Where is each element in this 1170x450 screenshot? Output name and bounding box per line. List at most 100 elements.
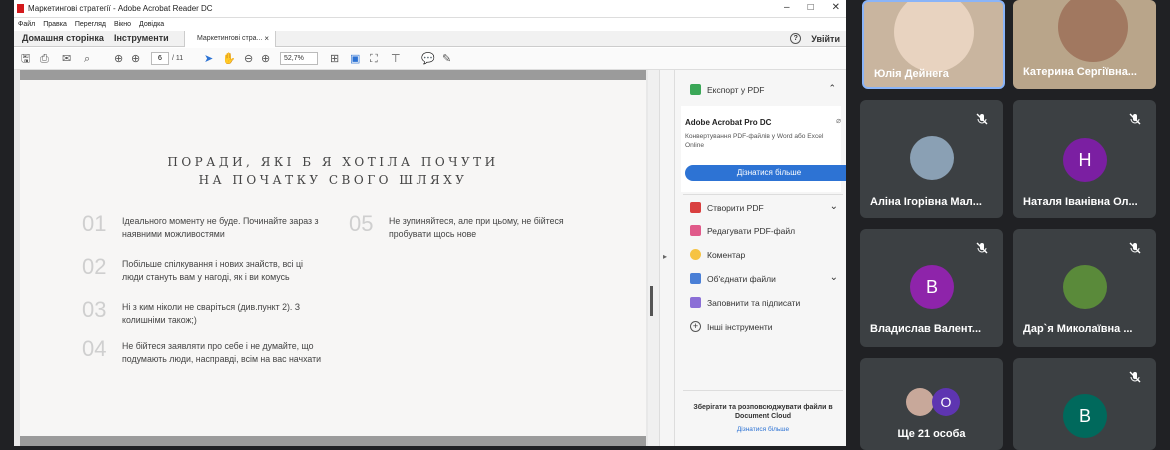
- tip-text: Побільше спілкування і нових знайств, вс…: [122, 259, 303, 282]
- pen-icon[interactable]: ✎: [442, 53, 451, 65]
- tools-pane: Експорт у PDF ⌃ Adobe Acrobat Pro DC ⌀ К…: [674, 70, 846, 446]
- document-area[interactable]: ПОРАДИ, ЯКІ Б Я ХОТІЛА ПОЧУТИ НА ПОЧАТКУ…: [14, 70, 659, 446]
- search-icon[interactable]: ⌕: [84, 53, 90, 65]
- tab-document[interactable]: Маркетингові стра... ×: [184, 31, 276, 47]
- zoom-out-icon[interactable]: ⊖: [244, 53, 253, 65]
- participant-tile[interactable]: Н Наталя Іванівна Ол...: [1013, 100, 1156, 218]
- mic-muted-icon: [1129, 242, 1141, 254]
- mic-muted-icon: [976, 113, 988, 125]
- avatar: [906, 388, 934, 416]
- export-pdf-icon: [690, 84, 701, 95]
- window-title: Маркетингові стратегії - Adobe Acrobat R…: [28, 4, 213, 13]
- menu-edit[interactable]: Правка: [43, 21, 67, 28]
- menu-view[interactable]: Перегляд: [75, 21, 106, 28]
- fit-page-icon[interactable]: ⊞: [330, 53, 339, 65]
- minimize-button[interactable]: –: [784, 2, 790, 13]
- more-participants-tile[interactable]: О Ще 21 особа: [860, 358, 1003, 450]
- close-button[interactable]: ✕: [832, 2, 840, 13]
- scrollbar-thumb[interactable]: [650, 286, 653, 316]
- tip-number: 04: [82, 336, 107, 361]
- tip-text: Ні з ким ніколи не сваріться (див.пункт …: [122, 302, 301, 325]
- page-gap: [20, 436, 646, 446]
- chevron-down-icon[interactable]: ⌄: [830, 201, 838, 212]
- fill-sign-icon: [690, 297, 701, 308]
- tab-tools[interactable]: Інструменти: [114, 33, 169, 43]
- comment-icon[interactable]: 💬: [421, 53, 435, 65]
- collapse-panel-icon[interactable]: ▸: [663, 252, 667, 261]
- cloud-learn-more-link[interactable]: Дізнатися більше: [683, 426, 843, 433]
- participant-tile-video[interactable]: Катерина Сергіївна...: [1013, 0, 1156, 89]
- chevron-down-icon[interactable]: ⌄: [830, 272, 838, 283]
- mic-muted-icon: [1129, 371, 1141, 383]
- tip-text: Не зупиняйтеся, але при цьому, не бійтес…: [389, 216, 564, 239]
- tool-label: Редагувати PDF-файл: [707, 225, 796, 236]
- tab-close-icon[interactable]: ×: [264, 34, 269, 43]
- participant-tile[interactable]: В Владислав Валент...: [860, 229, 1003, 347]
- promo-card: Adobe Acrobat Pro DC ⌀ Конвертування PDF…: [681, 106, 846, 192]
- tool-label: Заповнити та підписати: [707, 297, 801, 308]
- participant-tile[interactable]: Дар`я Миколаївна ...: [1013, 229, 1156, 347]
- cloud-text: Зберігати та розповсюджувати файли в Doc…: [693, 404, 833, 420]
- zoom-in-icon[interactable]: ⊕: [261, 53, 270, 65]
- pdf-page: ПОРАДИ, ЯКІ Б Я ХОТІЛА ПОЧУТИ НА ПОЧАТКУ…: [20, 80, 646, 436]
- email-icon[interactable]: ✉: [62, 53, 71, 65]
- tip-number: 02: [82, 254, 107, 279]
- menu-bar: Файл Правка Перегляд Вікно Довідка: [14, 18, 846, 31]
- fullscreen-icon[interactable]: ⛶: [370, 53, 378, 65]
- participant-name: Владислав Валент...: [870, 323, 982, 335]
- tool-comment[interactable]: Коментар: [690, 249, 745, 260]
- next-page-icon[interactable]: ⊕: [131, 53, 140, 65]
- participant-tile[interactable]: Аліна Ігорівна Мал...: [860, 100, 1003, 218]
- save-icon[interactable]: 🖫: [21, 53, 30, 65]
- print-icon[interactable]: ⎙: [40, 53, 49, 65]
- scroll-mode-icon[interactable]: ▣: [350, 53, 360, 65]
- video-feed: [894, 2, 974, 72]
- help-icon[interactable]: ?: [790, 33, 802, 44]
- avatar: В: [910, 265, 954, 309]
- menu-help[interactable]: Довідка: [139, 21, 164, 28]
- tool-edit-pdf[interactable]: Редагувати PDF-файл: [690, 225, 795, 236]
- learn-more-button[interactable]: Дізнатися більше: [685, 165, 846, 181]
- avatar: О: [932, 388, 960, 416]
- tip-number: 05: [349, 211, 374, 236]
- tip-number: 01: [82, 211, 107, 236]
- participant-tile[interactable]: В: [1013, 358, 1156, 450]
- participant-name: Юлія Дейнега: [874, 68, 949, 80]
- plus-icon: +: [690, 321, 701, 332]
- more-participants-label: Ще 21 особа: [897, 428, 966, 440]
- participant-name: Наталя Іванівна Ол...: [1023, 196, 1138, 208]
- video-feed: [1058, 0, 1128, 62]
- select-cursor-icon[interactable]: ➤: [204, 53, 213, 65]
- participant-name: Катерина Сергіївна...: [1023, 66, 1137, 78]
- participant-tile-video[interactable]: Юлія Дейнега: [862, 0, 1005, 89]
- tool-fill-sign[interactable]: Заповнити та підписати: [690, 297, 800, 308]
- page-total: / 11: [172, 55, 184, 62]
- title-bar: Маркетингові стратегії - Adobe Acrobat R…: [14, 0, 846, 18]
- tool-more[interactable]: + Інші інструменти: [690, 321, 773, 332]
- stamp-icon[interactable]: ⊤: [391, 53, 401, 65]
- zoom-select[interactable]: 52,7%: [280, 52, 318, 65]
- menu-window[interactable]: Вікно: [114, 21, 131, 28]
- menu-file[interactable]: Файл: [18, 21, 35, 28]
- page-number-input[interactable]: 6: [151, 52, 169, 65]
- tab-home[interactable]: Домашня сторінка: [22, 33, 104, 43]
- avatar: [1063, 265, 1107, 309]
- export-pdf-label: Експорт у PDF: [707, 84, 765, 95]
- prev-page-icon[interactable]: ⊕: [114, 53, 123, 65]
- link-icon[interactable]: ⌀: [836, 116, 841, 125]
- toolbar: 🖫 ⎙ ✉ ⌕ ⊕ ⊕ 6 / 11 ➤ ✋ ⊖ ⊕ 52,7% ⊞ ▣ ⛶ ⊤…: [14, 48, 846, 70]
- heading-line-1: ПОРАДИ, ЯКІ Б Я ХОТІЛА ПОЧУТИ: [167, 155, 499, 169]
- scrollbar[interactable]: [648, 70, 659, 446]
- maximize-button[interactable]: □: [808, 2, 814, 13]
- export-pdf-header[interactable]: Експорт у PDF: [690, 84, 764, 95]
- pdf-app-icon: [17, 4, 24, 13]
- tool-label: Об'єднати файли: [707, 273, 776, 284]
- tool-combine-files[interactable]: Об'єднати файли: [690, 273, 776, 284]
- hand-icon[interactable]: ✋: [222, 53, 236, 65]
- panel-splitter[interactable]: ▸: [659, 70, 674, 446]
- chevron-up-icon[interactable]: ⌃: [828, 83, 836, 94]
- sign-in-button[interactable]: Увійти: [811, 34, 840, 44]
- tool-create-pdf[interactable]: Створити PDF: [690, 202, 764, 213]
- page-heading: ПОРАДИ, ЯКІ Б Я ХОТІЛА ПОЧУТИ НА ПОЧАТКУ…: [20, 153, 646, 189]
- tip-number: 03: [82, 297, 107, 322]
